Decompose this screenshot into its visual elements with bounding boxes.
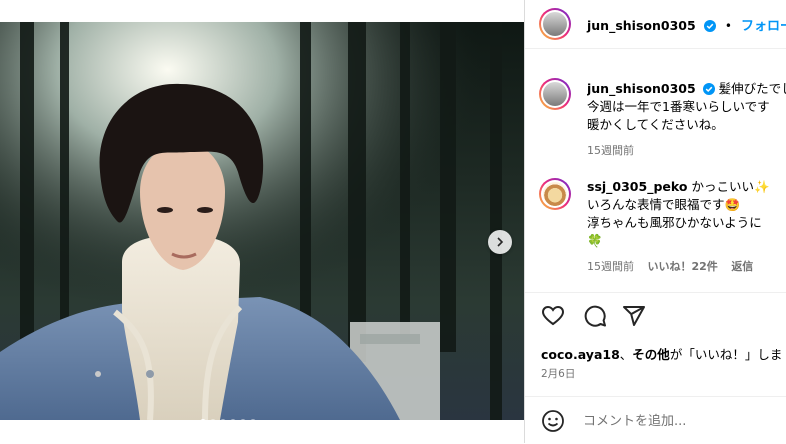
liked-by-summary: coco.aya18、その他が「いいね！」しま: [541, 344, 782, 363]
header-separator: •: [724, 19, 732, 33]
follow-button[interactable]: フォロー: [741, 19, 786, 34]
carousel-dot: [240, 419, 246, 420]
comment-reply-button[interactable]: 返信: [731, 260, 753, 273]
carousel-dot: [250, 419, 256, 420]
comment-timestamp[interactable]: 15週間前: [587, 260, 634, 273]
comment-line-4: 🍀: [587, 233, 603, 248]
liked-by-user[interactable]: coco.aya18: [541, 347, 620, 362]
share-icon[interactable]: [622, 304, 646, 328]
comment-line-1: かっこいい✨: [691, 179, 770, 194]
liked-by-others[interactable]: その他: [632, 347, 670, 362]
verified-badge-icon: [702, 83, 715, 95]
comment-likes[interactable]: いいね！22件: [648, 260, 718, 273]
carousel-dot: [220, 419, 226, 420]
caption-avatar[interactable]: [539, 78, 571, 110]
comment-icon[interactable]: [583, 304, 607, 328]
post-image[interactable]: [0, 22, 524, 420]
comment-line-2: いろんな表情で眼福です🤩: [587, 197, 741, 212]
comment-input[interactable]: [581, 409, 785, 433]
comment-avatar[interactable]: [539, 178, 571, 210]
comment-line-3: 淳ちゃんも風邪ひかないように: [587, 215, 762, 230]
post-photo-illustration: [0, 22, 524, 420]
carousel-indicator: [200, 419, 256, 420]
actions-divider: [525, 292, 786, 293]
author-avatar[interactable]: [539, 8, 571, 40]
caption-line-3: 暖かくしてくださいね。: [587, 117, 724, 132]
caption-username[interactable]: jun_shison0305: [587, 81, 696, 96]
caption-line-2: 今週は一年で1番寒いらしいです: [587, 99, 770, 114]
verified-badge-icon: [703, 20, 716, 32]
caption-timestamp[interactable]: 15週間前: [587, 142, 786, 158]
carousel-dot: [210, 419, 216, 420]
header-divider: [525, 48, 786, 49]
comment-username[interactable]: ssj_0305_peko: [587, 179, 687, 194]
heart-icon[interactable]: [541, 304, 565, 328]
comment-composer: [525, 396, 786, 444]
emoji-icon[interactable]: [541, 409, 565, 433]
post-date[interactable]: 2月6日: [541, 366, 575, 381]
liked-by-tail: が「いいね！」しま: [669, 347, 783, 362]
next-image-button[interactable]: [488, 230, 512, 254]
liked-by-separator: 、: [619, 347, 633, 362]
author-username[interactable]: jun_shison0305: [587, 18, 696, 33]
carousel-dot: [200, 419, 206, 420]
caption-line-1: 髪伸びたでし: [718, 81, 786, 96]
chevron-right-icon: [497, 237, 504, 247]
post-side-panel: jun_shison0305 • フォロー jun_shison0305 髪伸び…: [524, 0, 786, 443]
carousel-dot: [230, 419, 236, 420]
